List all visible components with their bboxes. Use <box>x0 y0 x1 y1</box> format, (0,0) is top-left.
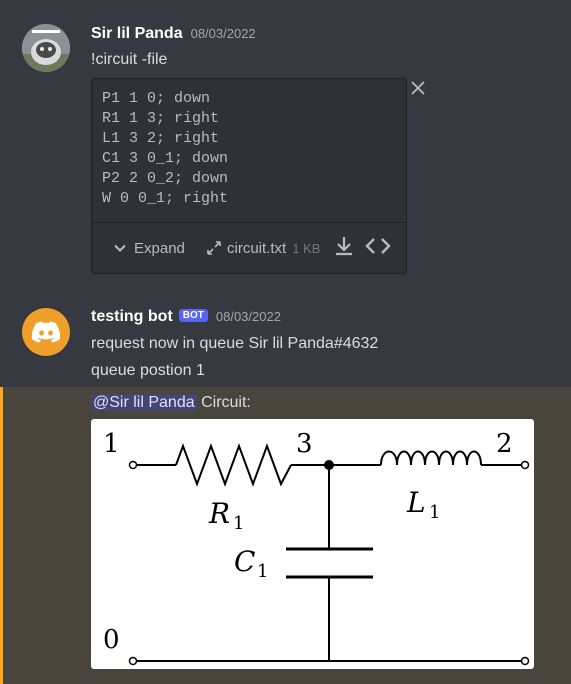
junction-dot <box>324 460 334 470</box>
file-footer: Expand circuit.txt 1 KB <box>92 223 406 273</box>
timestamp: 08/03/2022 <box>190 26 256 41</box>
terminal <box>520 656 530 666</box>
user-mention[interactable]: @Sir lil Panda <box>91 394 197 411</box>
bot-author-name-text[interactable]: testing bot <box>91 308 173 325</box>
terminal <box>128 656 138 666</box>
capacitor-label: C <box>234 545 255 578</box>
inductor-symbol <box>380 450 482 466</box>
bot-badge: BOT <box>178 309 208 322</box>
inductor-label-sub: 1 <box>429 502 440 523</box>
file-content: P1 1 0; down R1 1 3; right L1 3 2; right… <box>102 90 229 207</box>
bot-author-name[interactable]: testing bot BOT 08/03/2022 <box>91 308 281 326</box>
expand-label: Expand <box>134 239 185 257</box>
discord-logo-icon <box>31 321 61 343</box>
bot-message-line-1: request now in queue Sir lil Panda#4632 <box>91 335 379 352</box>
resistor-symbol <box>175 443 292 487</box>
terminal <box>520 460 530 470</box>
filesize: 1 KB <box>292 240 321 256</box>
filename: circuit.txt <box>227 239 287 257</box>
expand-button[interactable]: Expand <box>112 240 185 257</box>
bot-avatar[interactable] <box>22 308 70 356</box>
circuit-image[interactable]: 1 3 2 0 R 1 L 1 C 1 <box>91 419 534 669</box>
capacitor-label-sub: 1 <box>257 561 268 582</box>
resistor-label: R <box>208 497 230 530</box>
download-icon <box>336 237 352 256</box>
node-label-0: 0 <box>103 625 120 655</box>
user-avatar[interactable] <box>22 24 70 72</box>
remove-embed-button[interactable] <box>410 80 426 101</box>
mention-text: Circuit: <box>201 394 251 411</box>
message-text: !circuit -file <box>91 51 168 68</box>
expand-arrows-icon <box>207 241 221 255</box>
node-label-2: 2 <box>496 429 513 459</box>
circuit-diagram: 1 3 2 0 R 1 L 1 C 1 <box>103 429 530 666</box>
inductor-label: L <box>406 486 426 519</box>
filename-link[interactable]: circuit.txt 1 KB <box>205 239 320 257</box>
code-icon <box>365 238 391 254</box>
terminal <box>128 460 138 470</box>
bot-timestamp: 08/03/2022 <box>215 309 281 324</box>
chevron-down-icon <box>114 244 126 252</box>
resistor-label-sub: 1 <box>233 513 244 534</box>
bot-message-line-2: queue postion 1 <box>91 362 205 379</box>
author-name[interactable]: Sir lil Panda 08/03/2022 <box>91 25 256 43</box>
mention-highlight-bar <box>0 387 3 684</box>
author-name-text[interactable]: Sir lil Panda <box>91 25 183 42</box>
download-button[interactable] <box>333 235 355 261</box>
view-code-button[interactable] <box>364 235 392 261</box>
close-icon <box>411 81 425 95</box>
node-label-1: 1 <box>103 429 120 459</box>
file-preview: P1 1 0; down R1 1 3; right L1 3 2; right… <box>91 78 407 274</box>
node-label-3: 3 <box>296 429 313 459</box>
bot-message-line-3: @Sir lil Panda Circuit: <box>91 394 251 412</box>
